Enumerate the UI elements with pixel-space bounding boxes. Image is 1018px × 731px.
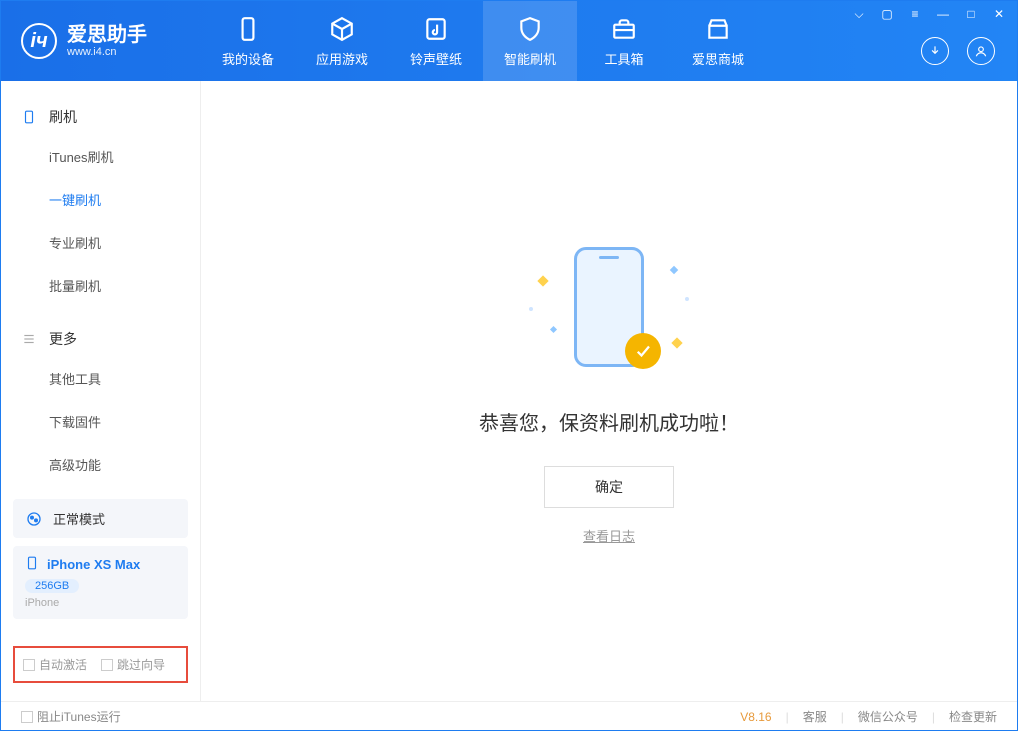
tab-store[interactable]: 爱思商城 — [671, 1, 765, 81]
view-log-link[interactable]: 查看日志 — [583, 526, 635, 545]
device-name: iPhone XS Max — [47, 557, 140, 572]
success-message: 恭喜您，保资料刷机成功啦！ — [479, 407, 739, 436]
mode-icon — [25, 510, 43, 528]
checkbox-label: 自动激活 — [39, 656, 87, 673]
tab-my-device[interactable]: 我的设备 — [201, 1, 295, 81]
version-label: V8.16 — [740, 710, 771, 724]
store-icon — [704, 15, 732, 43]
checkbox-skip-guide[interactable]: 跳过向导 — [101, 656, 165, 673]
tab-ringtones[interactable]: 铃声壁纸 — [389, 1, 483, 81]
maximize-button[interactable]: □ — [963, 7, 979, 22]
ok-button[interactable]: 确定 — [544, 466, 674, 508]
sidebar-item-pro[interactable]: 专业刷机 — [1, 221, 200, 264]
device-mode-card[interactable]: 正常模式 — [13, 499, 188, 538]
shirt-icon[interactable]: ⌵ — [851, 7, 867, 22]
cube-icon — [328, 15, 356, 43]
support-link[interactable]: 客服 — [803, 708, 827, 725]
tab-label: 工具箱 — [604, 49, 643, 68]
sidebar-item-itunes[interactable]: iTunes刷机 — [1, 135, 200, 178]
tab-toolbox[interactable]: 工具箱 — [577, 1, 671, 81]
tab-apps-games[interactable]: 应用游戏 — [295, 1, 389, 81]
logo-icon: iч — [21, 23, 57, 59]
app-title: 爱思助手 — [67, 24, 147, 46]
sidebar-item-onekey[interactable]: 一键刷机 — [1, 178, 200, 221]
tab-label: 我的设备 — [222, 49, 274, 68]
device-capacity: 256GB — [25, 579, 79, 593]
shield-icon — [516, 15, 544, 43]
checkbox-icon — [101, 659, 113, 671]
window-controls: ⌵ ▢ ≡ — □ ✕ — [851, 7, 1007, 22]
header: iч 爱思助手 www.i4.cn 我的设备 应用游戏 铃声壁纸 智能刷机 工具… — [1, 1, 1017, 81]
download-button[interactable] — [921, 37, 949, 65]
sidebar-item-othertools[interactable]: 其他工具 — [1, 357, 200, 400]
checkbox-label: 阻止iTunes运行 — [37, 708, 121, 725]
device-phone-icon — [25, 556, 39, 573]
minimize-button[interactable]: — — [935, 7, 951, 22]
phone-icon — [21, 109, 37, 125]
checkbox-icon — [23, 659, 35, 671]
bottom-checks-highlight: 自动激活 跳过向导 — [13, 646, 188, 683]
checkbox-label: 跳过向导 — [117, 656, 165, 673]
header-right-icons — [921, 37, 995, 65]
sidebar-item-advanced[interactable]: 高级功能 — [1, 443, 200, 486]
logo[interactable]: iч 爱思助手 www.i4.cn — [1, 23, 201, 59]
mode-label: 正常模式 — [53, 509, 105, 528]
menu-icon[interactable]: ≡ — [907, 7, 923, 22]
tab-label: 爱思商城 — [692, 49, 744, 68]
group-more[interactable]: 更多 — [1, 321, 200, 357]
sidebar-item-firmware[interactable]: 下载固件 — [1, 400, 200, 443]
group-label: 更多 — [49, 329, 77, 349]
app-subtitle: www.i4.cn — [67, 46, 147, 58]
close-button[interactable]: ✕ — [991, 7, 1007, 22]
checkbox-block-itunes[interactable]: 阻止iTunes运行 — [21, 708, 121, 725]
group-label: 刷机 — [49, 107, 77, 127]
main-content: 恭喜您，保资料刷机成功啦！ 确定 查看日志 — [201, 81, 1017, 701]
group-flash[interactable]: 刷机 — [1, 99, 200, 135]
check-update-link[interactable]: 检查更新 — [949, 708, 997, 725]
music-icon — [422, 15, 450, 43]
success-illustration — [519, 237, 699, 387]
tab-label: 智能刷机 — [504, 49, 556, 68]
checkbox-icon — [21, 711, 33, 723]
sidebar: 刷机 iTunes刷机 一键刷机 专业刷机 批量刷机 更多 其他工具 下载固件 … — [1, 81, 201, 701]
toolbox-icon — [610, 15, 638, 43]
wechat-link[interactable]: 微信公众号 — [858, 708, 918, 725]
device-type: iPhone — [25, 597, 176, 609]
tab-flash[interactable]: 智能刷机 — [483, 1, 577, 81]
success-badge-icon — [625, 333, 661, 369]
tab-label: 应用游戏 — [316, 49, 368, 68]
list-icon — [21, 331, 37, 347]
nav-tabs: 我的设备 应用游戏 铃声壁纸 智能刷机 工具箱 爱思商城 — [201, 1, 765, 81]
sidebar-item-batch[interactable]: 批量刷机 — [1, 264, 200, 307]
footer: 阻止iTunes运行 V8.16 | 客服 | 微信公众号 | 检查更新 — [1, 701, 1017, 731]
feedback-icon[interactable]: ▢ — [879, 7, 895, 22]
user-button[interactable] — [967, 37, 995, 65]
tab-label: 铃声壁纸 — [410, 49, 462, 68]
device-card[interactable]: iPhone XS Max 256GB iPhone — [13, 546, 188, 619]
device-icon — [234, 15, 262, 43]
checkbox-auto-activate[interactable]: 自动激活 — [23, 656, 87, 673]
